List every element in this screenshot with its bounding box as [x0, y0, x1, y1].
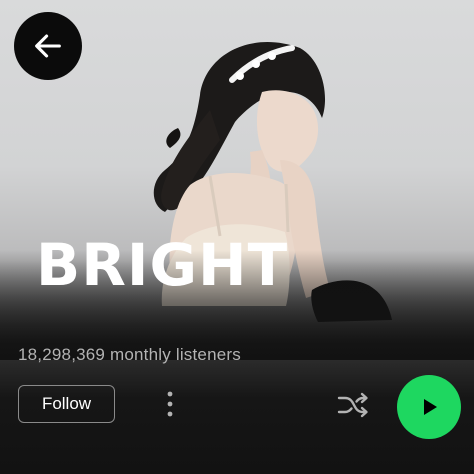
follow-button[interactable]: Follow [18, 385, 115, 423]
shuffle-icon [337, 392, 368, 418]
artist-page: BRIGHT 18,298,369 monthly listeners Foll… [0, 0, 474, 474]
artist-name: BRIGHT [36, 231, 289, 299]
back-button[interactable] [14, 12, 82, 80]
play-icon [424, 399, 437, 415]
shuffle-button[interactable] [334, 389, 372, 421]
arrow-left-icon [35, 34, 61, 58]
more-options-button[interactable] [158, 388, 182, 420]
play-button[interactable] [397, 375, 461, 439]
monthly-listeners: 18,298,369 monthly listeners [18, 345, 241, 364]
more-vertical-icon [167, 391, 173, 417]
